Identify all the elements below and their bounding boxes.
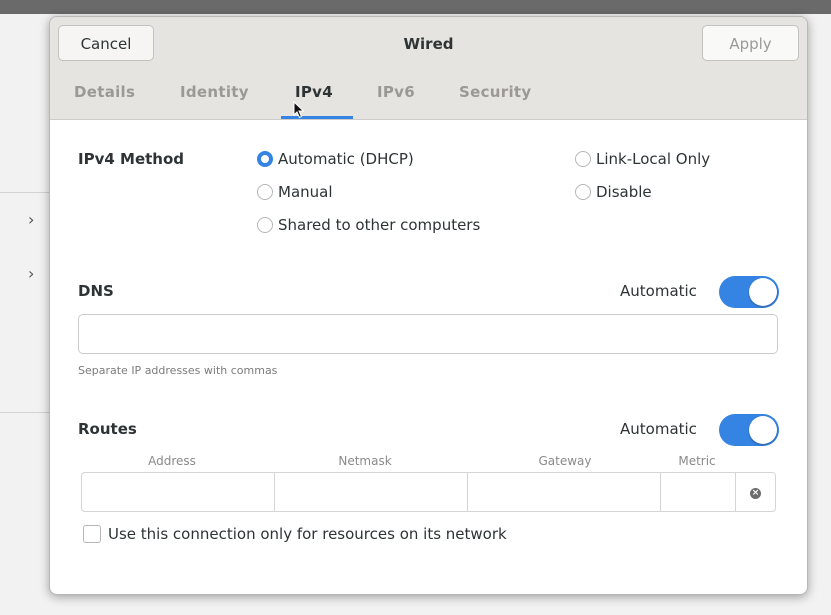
dns-hint: Separate IP addresses with commas	[78, 364, 278, 377]
route-netmask-input[interactable]	[274, 472, 468, 512]
tab-details[interactable]: Details	[74, 83, 135, 101]
column-header-address: Address	[148, 454, 196, 468]
switch-knob	[749, 278, 777, 306]
dns-automatic-switch[interactable]	[719, 276, 779, 308]
background-divider	[0, 412, 49, 413]
radio-link-local[interactable]: Link-Local Only	[575, 150, 710, 168]
dns-label: DNS	[78, 282, 114, 300]
radio-button[interactable]	[575, 151, 591, 167]
column-header-metric: Metric	[678, 454, 716, 468]
routes-automatic-label: Automatic	[620, 420, 697, 438]
radio-label: Shared to other computers	[278, 216, 481, 234]
radio-button[interactable]	[257, 217, 273, 233]
apply-button[interactable]: Apply	[702, 25, 799, 61]
remove-route-icon[interactable]: ×	[750, 488, 761, 499]
route-metric-input[interactable]	[660, 472, 736, 512]
cursor-icon	[293, 101, 305, 119]
dialog-header: Cancel Wired Apply Details Identity IPv4…	[50, 17, 807, 120]
chevron-right-icon[interactable]: ›	[28, 210, 34, 229]
radio-button[interactable]	[575, 184, 591, 200]
radio-automatic-dhcp[interactable]: Automatic (DHCP)	[257, 150, 414, 168]
radio-button[interactable]	[257, 184, 273, 200]
column-header-netmask: Netmask	[338, 454, 392, 468]
routes-automatic-switch[interactable]	[719, 414, 779, 446]
tab-identity[interactable]: Identity	[180, 83, 249, 101]
radio-manual[interactable]: Manual	[257, 183, 333, 201]
dns-automatic-label: Automatic	[620, 282, 697, 300]
radio-button[interactable]	[257, 151, 273, 167]
tab-ipv6[interactable]: IPv6	[377, 83, 415, 101]
radio-label: Automatic (DHCP)	[278, 150, 414, 168]
wired-settings-dialog: Cancel Wired Apply Details Identity IPv4…	[49, 16, 808, 595]
route-address-input[interactable]	[81, 472, 275, 512]
chevron-right-icon[interactable]: ›	[28, 264, 34, 283]
dns-input[interactable]	[78, 314, 778, 354]
dialog-title: Wired	[403, 35, 454, 53]
tab-security[interactable]: Security	[459, 83, 531, 101]
active-tab-indicator	[281, 116, 353, 119]
radio-label: Link-Local Only	[596, 150, 711, 168]
radio-shared[interactable]: Shared to other computers	[257, 216, 480, 234]
restrict-label: Use this connection only for resources o…	[108, 525, 507, 543]
route-gateway-input[interactable]	[467, 472, 661, 512]
tab-ipv4[interactable]: IPv4	[295, 83, 333, 101]
restrict-to-network-option[interactable]: Use this connection only for resources o…	[83, 525, 507, 543]
ipv4-method-label: IPv4 Method	[78, 150, 185, 168]
routes-label: Routes	[78, 420, 137, 438]
column-header-gateway: Gateway	[538, 454, 592, 468]
switch-knob	[749, 416, 777, 444]
background-titlebar	[0, 0, 831, 14]
radio-label: Manual	[278, 183, 333, 201]
background-divider	[0, 192, 49, 193]
tab-bar: Details Identity IPv4 IPv6 Security	[50, 83, 807, 119]
restrict-checkbox[interactable]	[83, 525, 101, 543]
radio-label: Disable	[596, 183, 652, 201]
radio-disable[interactable]: Disable	[575, 183, 652, 201]
